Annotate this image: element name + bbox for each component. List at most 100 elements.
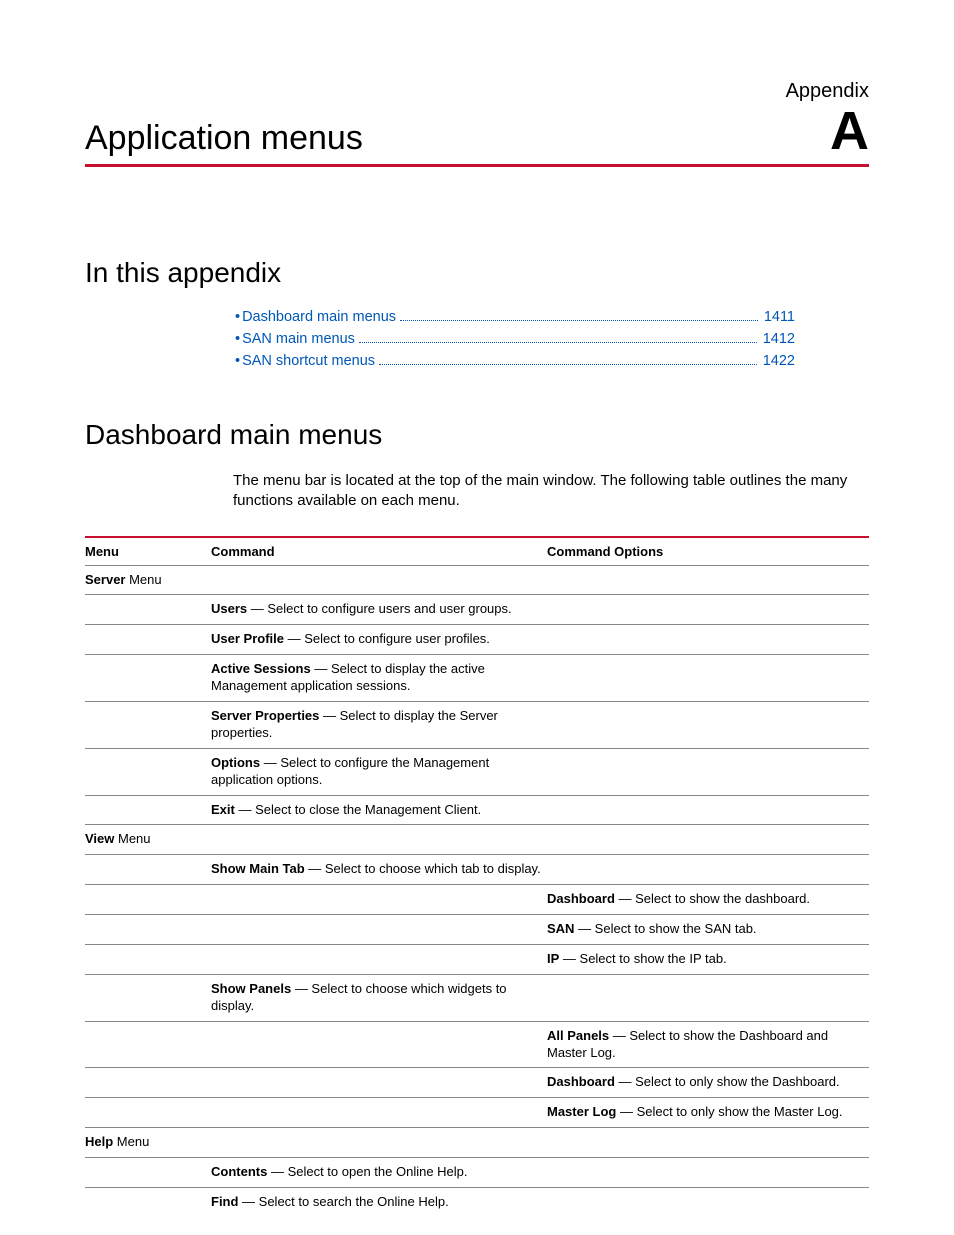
toc-item[interactable]: • SAN shortcut menus 1422 bbox=[235, 353, 795, 369]
cell-menu bbox=[85, 595, 211, 625]
table-row: Active Sessions — Select to display the … bbox=[85, 655, 869, 702]
toc-page: 1412 bbox=[763, 331, 795, 347]
cell-command: Show Main Tab — Select to choose which t… bbox=[211, 855, 547, 885]
th-command: Command bbox=[211, 537, 547, 566]
toc-label: Dashboard main menus bbox=[242, 309, 396, 325]
table-header-row: Menu Command Command Options bbox=[85, 537, 869, 566]
bullet-icon: • bbox=[235, 331, 240, 347]
toc-item[interactable]: • Dashboard main menus 1411 bbox=[235, 309, 795, 325]
table-row: SAN — Select to show the SAN tab. bbox=[85, 915, 869, 945]
cell-command: Server Properties — Select to display th… bbox=[211, 701, 547, 748]
cell-options bbox=[547, 701, 869, 748]
bullet-icon: • bbox=[235, 309, 240, 325]
cell-options bbox=[547, 1187, 869, 1216]
intro-paragraph: The menu bar is located at the top of th… bbox=[233, 471, 853, 512]
cell-menu bbox=[85, 1098, 211, 1128]
cell-menu bbox=[85, 1158, 211, 1188]
cell-command: Show Panels — Select to choose which wid… bbox=[211, 974, 547, 1021]
cell-options bbox=[547, 565, 869, 595]
cell-menu bbox=[85, 1068, 211, 1098]
table-row: IP — Select to show the IP tab. bbox=[85, 944, 869, 974]
table-row: Dashboard — Select to show the dashboard… bbox=[85, 885, 869, 915]
cell-menu bbox=[85, 795, 211, 825]
table-row: All Panels — Select to show the Dashboar… bbox=[85, 1021, 869, 1068]
cell-command bbox=[211, 565, 547, 595]
cell-options bbox=[547, 974, 869, 1021]
cell-command: Find — Select to search the Online Help. bbox=[211, 1187, 547, 1216]
cell-options: All Panels — Select to show the Dashboar… bbox=[547, 1021, 869, 1068]
cell-command bbox=[211, 885, 547, 915]
cell-command: Users — Select to configure users and us… bbox=[211, 595, 547, 625]
appendix-label: Appendix bbox=[85, 80, 869, 103]
cell-command bbox=[211, 944, 547, 974]
cell-options bbox=[547, 825, 869, 855]
toc-label: SAN main menus bbox=[242, 331, 355, 347]
toc-page: 1411 bbox=[764, 309, 795, 325]
th-menu: Menu bbox=[85, 537, 211, 566]
table-row: Help Menu bbox=[85, 1128, 869, 1158]
cell-command bbox=[211, 915, 547, 945]
section-in-this-appendix: In this appendix bbox=[85, 257, 869, 289]
cell-menu bbox=[85, 944, 211, 974]
cell-options bbox=[547, 748, 869, 795]
cell-menu bbox=[85, 701, 211, 748]
cell-menu bbox=[85, 915, 211, 945]
table-row: Show Panels — Select to choose which wid… bbox=[85, 974, 869, 1021]
cell-command: Contents — Select to open the Online Hel… bbox=[211, 1158, 547, 1188]
cell-command: Active Sessions — Select to display the … bbox=[211, 655, 547, 702]
cell-options: Master Log — Select to only show the Mas… bbox=[547, 1098, 869, 1128]
appendix-letter: A bbox=[830, 107, 869, 156]
cell-options: IP — Select to show the IP tab. bbox=[547, 944, 869, 974]
table-row: Users — Select to configure users and us… bbox=[85, 595, 869, 625]
cell-options bbox=[547, 795, 869, 825]
th-options: Command Options bbox=[547, 537, 869, 566]
toc-dots bbox=[379, 364, 757, 365]
cell-command bbox=[211, 1098, 547, 1128]
table-row: Exit — Select to close the Management Cl… bbox=[85, 795, 869, 825]
cell-menu bbox=[85, 655, 211, 702]
cell-command bbox=[211, 825, 547, 855]
cell-menu bbox=[85, 1187, 211, 1216]
cell-options bbox=[547, 855, 869, 885]
cell-menu bbox=[85, 625, 211, 655]
table-row: Dashboard — Select to only show the Dash… bbox=[85, 1068, 869, 1098]
table-row: Show Main Tab — Select to choose which t… bbox=[85, 855, 869, 885]
cell-options bbox=[547, 625, 869, 655]
cell-menu bbox=[85, 855, 211, 885]
cell-options bbox=[547, 1158, 869, 1188]
cell-command bbox=[211, 1068, 547, 1098]
menu-table: Menu Command Command Options Server Menu… bbox=[85, 536, 869, 1217]
cell-menu bbox=[85, 1021, 211, 1068]
toc-label: SAN shortcut menus bbox=[242, 353, 375, 369]
cell-menu bbox=[85, 885, 211, 915]
toc-item[interactable]: • SAN main menus 1412 bbox=[235, 331, 795, 347]
table-row: Find — Select to search the Online Help. bbox=[85, 1187, 869, 1216]
cell-command: Exit — Select to close the Management Cl… bbox=[211, 795, 547, 825]
toc-page: 1422 bbox=[763, 353, 795, 369]
cell-options: Dashboard — Select to only show the Dash… bbox=[547, 1068, 869, 1098]
cell-options bbox=[547, 655, 869, 702]
toc-dots bbox=[400, 320, 758, 321]
page: Appendix Application menus A In this app… bbox=[0, 0, 954, 1235]
bullet-icon: • bbox=[235, 353, 240, 369]
table-row: View Menu bbox=[85, 825, 869, 855]
cell-command bbox=[211, 1128, 547, 1158]
toc-list: • Dashboard main menus 1411 • SAN main m… bbox=[235, 309, 795, 369]
cell-menu bbox=[85, 748, 211, 795]
table-row: User Profile — Select to configure user … bbox=[85, 625, 869, 655]
cell-menu: View Menu bbox=[85, 825, 211, 855]
cell-command bbox=[211, 1021, 547, 1068]
cell-menu: Server Menu bbox=[85, 565, 211, 595]
cell-command: Options — Select to configure the Manage… bbox=[211, 748, 547, 795]
cell-command: User Profile — Select to configure user … bbox=[211, 625, 547, 655]
title-row: Application menus A bbox=[85, 107, 869, 167]
table-body: Server MenuUsers — Select to configure u… bbox=[85, 565, 869, 1217]
page-title: Application menus bbox=[85, 119, 363, 158]
cell-menu bbox=[85, 974, 211, 1021]
cell-menu: Help Menu bbox=[85, 1128, 211, 1158]
table-row: Server Menu bbox=[85, 565, 869, 595]
cell-options: Dashboard — Select to show the dashboard… bbox=[547, 885, 869, 915]
table-row: Master Log — Select to only show the Mas… bbox=[85, 1098, 869, 1128]
table-row: Server Properties — Select to display th… bbox=[85, 701, 869, 748]
section-dashboard-main-menus: Dashboard main menus bbox=[85, 419, 869, 451]
